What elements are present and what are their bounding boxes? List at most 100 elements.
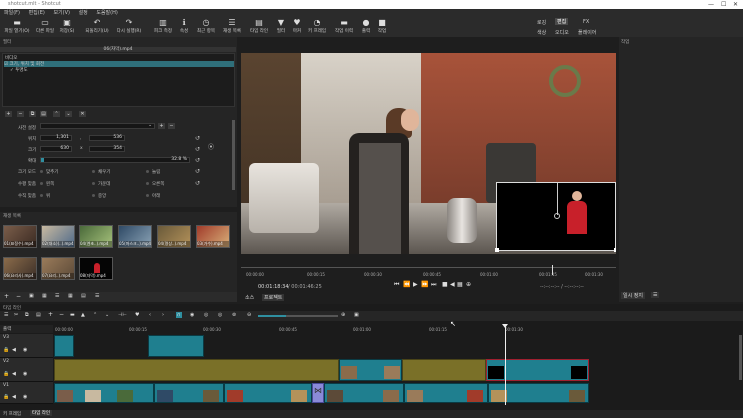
timeline-clip[interactable] [224,383,312,403]
current-time[interactable]: 00:01:18:34 [258,284,289,290]
tab-keyframes[interactable]: 키 프레임 [3,411,21,417]
h-align-center-radio[interactable]: 가운데 [92,181,110,187]
eye-icon[interactable]: ◉ [23,394,27,400]
track-header-v3[interactable]: V3 🔒 ◀ ◉ [0,334,53,358]
video-viewer[interactable] [241,53,616,254]
timeline-clip[interactable] [54,335,74,357]
mute-icon[interactable]: ◀ [12,371,16,377]
viewer-playhead[interactable] [552,265,553,275]
snap-icon[interactable]: ∩ [176,312,182,318]
paste-filter-button[interactable]: ▤ [40,111,47,117]
mute-icon[interactable]: ◀ [12,347,16,353]
viewer-scrub-bar[interactable] [241,267,616,268]
zoom-slider[interactable]: 32.8 % [40,157,190,163]
append-icon[interactable]: + [48,311,53,318]
track-header-v1[interactable]: V1 🔒 ◀ ◉ [0,382,53,404]
split-icon[interactable]: ⊣⊢ [118,312,127,318]
position-x-field[interactable]: 1,301 [40,135,72,141]
filters-scrollbar[interactable] [232,120,235,190]
playlist-thumb[interactable]: 01(표정수).mp4 [3,225,37,248]
remove-preset-button[interactable]: − [168,123,175,129]
zoom-fit-icon[interactable]: ▣ [354,312,359,318]
next-marker-icon[interactable]: › [162,312,164,318]
overwrite-icon[interactable]: ▲ [81,312,85,318]
reset-h-align-icon[interactable]: ↺ [195,180,200,187]
zoom-icon[interactable]: ⊕ [466,281,471,288]
maximize-icon[interactable]: ☐ [721,0,726,9]
close-icon[interactable]: ✕ [733,0,738,9]
position-y-field[interactable]: 536 [89,135,125,141]
menu-edit[interactable]: 편집(E) [29,10,45,16]
playlist-button[interactable]: ☰ 재생 목록 [221,18,243,34]
pip-corner-handle[interactable] [614,248,616,252]
timeline-clip[interactable] [148,335,204,357]
save-button[interactable]: ▣ 저장(S) [56,18,78,34]
recent-button[interactable]: ◷ 최근 항목 [195,18,217,34]
pip-overlay[interactable] [495,182,616,252]
filter-item-size-position[interactable]: ☑ 크기, 위치 및 회전 [4,61,234,67]
ripple-markers-icon[interactable]: ⊚ [232,312,236,318]
aspect-lock-icon[interactable]: ⦿ [208,142,214,151]
copy-icon[interactable]: ⧉ [25,312,29,318]
tab-timeline[interactable]: 타임 라인 [30,410,52,416]
reset-zoom-icon[interactable]: ↺ [195,157,200,164]
copy-filter-button[interactable]: ⧉ [29,111,36,117]
move-up-button[interactable]: ⌃ [53,111,60,117]
timeline-clip[interactable] [339,359,402,381]
keyframes-button[interactable]: ◔ 키 프레임 [306,18,328,34]
ripple-icon[interactable]: ◎ [204,312,208,318]
size-mode-stretch-radio[interactable]: 늘림 [146,169,160,175]
playlist-thumb[interactable]: 04(엔초..).mp4 [79,225,113,248]
menu-view[interactable]: 보기(V) [53,10,70,16]
v-align-middle-radio[interactable]: 중앙 [92,193,106,199]
move-down-button[interactable]: ⌄ [65,111,72,117]
playlist-thumb[interactable]: 06(요리사).mp4 [3,257,37,280]
timeline-clip[interactable] [404,383,488,403]
lock-icon[interactable]: 🔒 [3,371,9,377]
add-icon[interactable]: + [4,293,9,300]
timeline-vscrollbar[interactable] [739,335,742,380]
playlist-thumb[interactable]: 08(자막).mp4 [79,257,113,280]
layout-audio[interactable]: 오디오 [555,29,569,36]
paste-icon[interactable]: ▤ [36,312,41,318]
menu-icon[interactable]: ☰ [4,312,8,318]
menu-file[interactable]: 파일(F) [4,10,20,16]
add-filter-button[interactable]: + [5,111,12,117]
eye-icon[interactable]: ◉ [23,347,27,353]
mute-icon[interactable]: ◀ [12,394,16,400]
timeline-playhead[interactable] [505,325,506,405]
down-icon[interactable]: ⌄ [105,312,109,318]
cut-icon[interactable]: ✂ [14,312,18,318]
v-align-top-radio[interactable]: 위 [40,193,50,199]
size-height-field[interactable]: 354 [89,146,125,152]
skip-next-icon[interactable]: ⏭ [431,281,436,289]
playlist-thumb[interactable]: 03(가수).mp4 [196,225,230,248]
rewind-icon[interactable]: ⏪ [403,281,410,288]
open-file-button[interactable]: ▬ 파일 열기(O) [4,18,29,34]
icon-view-icon[interactable]: ▤ [81,293,86,299]
timeline-clip[interactable] [54,359,339,381]
h-align-right-radio[interactable]: 오른쪽 [146,181,164,187]
reset-size-mode-icon[interactable]: ↺ [195,168,200,175]
layout-fx[interactable]: FX [583,19,589,25]
size-width-field[interactable]: 630 [40,146,72,152]
timeline-zoom-slider[interactable] [258,315,338,317]
stop-icon[interactable]: ■ [442,281,448,288]
pip-anchor-handle[interactable] [554,213,560,219]
v-align-bottom-radio[interactable]: 아래 [146,193,160,199]
play-icon[interactable]: ▶ [413,281,418,288]
size-mode-fill-radio[interactable]: 채우기 [92,169,110,175]
layout-editing[interactable]: 편집 [555,18,569,25]
pip-corner-handle[interactable] [495,248,499,252]
tab-project[interactable]: 프로젝트 [262,294,285,301]
remove-icon[interactable]: − [16,293,21,300]
menu-help[interactable]: 도움말(H) [96,10,117,16]
add-preset-button[interactable]: + [158,123,165,129]
filter-item-opacity[interactable]: ✓ 투명도 [10,67,28,73]
lock-icon[interactable]: 🔒 [3,394,9,400]
redo-button[interactable]: ↷ 다시 실행(R) [117,18,142,34]
menu-icon[interactable]: ☰ [95,293,99,299]
playhead-marker-icon[interactable] [502,324,508,328]
marker-icon[interactable]: ♥ [135,312,139,318]
grid-view-icon[interactable]: ▦ [68,293,73,299]
